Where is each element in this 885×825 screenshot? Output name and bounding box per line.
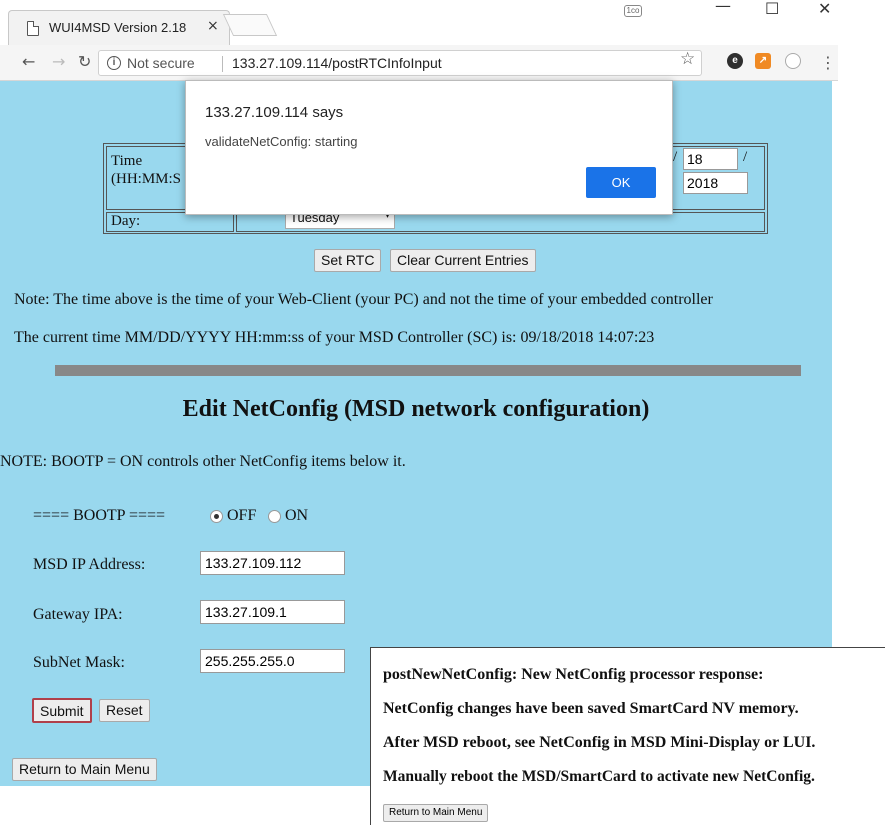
submit-button[interactable]: Submit: [32, 698, 92, 723]
response-line-4: Manually reboot the MSD/SmartCard to act…: [383, 768, 815, 785]
gateway-label: Gateway IPA:: [33, 606, 123, 623]
reset-button[interactable]: Reset: [99, 699, 150, 722]
bootp-note: NOTE: BOOTP = ON controls other NetConfi…: [0, 453, 406, 470]
date-slash-1: /: [673, 149, 678, 165]
new-tab-button[interactable]: [222, 14, 278, 36]
extension-icon[interactable]: e: [727, 53, 743, 69]
netconfig-title: Edit NetConfig (MSD network configuratio…: [182, 396, 650, 422]
response-line-3: After MSD reboot, see NetConfig in MSD M…: [383, 734, 816, 751]
address-bar: ← → ↻ i Not secure 133.27.109.114/postRT…: [0, 45, 838, 81]
time-format-label: (HH:MM:S: [111, 171, 182, 187]
page-icon: [27, 21, 39, 36]
url-bar[interactable]: i Not secure 133.27.109.114/postRTCInfoI…: [98, 50, 702, 76]
alert-dialog: 133.27.109.114 says validateNetConfig: s…: [185, 80, 673, 215]
bootp-off-label: OFF: [227, 507, 257, 524]
dialog-ok-button[interactable]: OK: [586, 167, 656, 198]
ip-address-label: MSD IP Address:: [33, 556, 146, 573]
clear-entries-button[interactable]: Clear Current Entries: [390, 249, 536, 272]
browser-tab[interactable]: WUI4MSD Version 2.18 ×: [8, 10, 230, 45]
tab-strip: WUI4MSD Version 2.18 × 1co — ☐ ✕: [0, 0, 838, 45]
response-line-2: NetConfig changes have been saved SmartC…: [383, 700, 799, 717]
not-secure-label: Not secure: [127, 55, 195, 71]
controller-time-note: The current time MM/DD/YYYY HH:mm:ss of …: [14, 329, 655, 346]
ip-address-input[interactable]: [200, 551, 345, 575]
circle-extension-icon[interactable]: [785, 53, 801, 69]
bootp-on-radio[interactable]: [268, 510, 281, 523]
set-rtc-button[interactable]: Set RTC: [314, 249, 382, 272]
dialog-title: 133.27.109.114 says: [205, 104, 344, 121]
info-icon[interactable]: i: [107, 56, 121, 70]
subnet-mask-label: SubNet Mask:: [33, 654, 125, 671]
response-return-button[interactable]: Return to Main Menu: [383, 804, 489, 822]
bootp-on-label: ON: [285, 507, 309, 524]
tab-close-icon[interactable]: ×: [207, 18, 219, 34]
maximize-icon[interactable]: ☐: [765, 0, 779, 18]
gateway-input[interactable]: [200, 600, 345, 624]
analytics-extension-icon[interactable]: ↗: [755, 53, 771, 69]
forward-icon[interactable]: →: [52, 52, 65, 71]
response-panel: postNewNetConfig: New NetConfig processo…: [370, 647, 885, 825]
bootp-label: ==== BOOTP ====: [33, 507, 166, 524]
section-divider: [55, 365, 801, 376]
bookmark-star-icon[interactable]: ☆: [680, 49, 695, 69]
time-label: Time: [111, 153, 143, 169]
day-label-cell: Day:: [106, 212, 234, 232]
menu-icon[interactable]: ⋮: [820, 53, 836, 72]
date-day-input[interactable]: [683, 148, 738, 170]
back-icon[interactable]: ←: [22, 52, 35, 71]
dialog-message: validateNetConfig: starting: [205, 134, 358, 149]
url-text[interactable]: 133.27.109.114/postRTCInfoInput: [232, 55, 442, 71]
minimize-icon[interactable]: —: [715, 0, 731, 15]
date-year-input[interactable]: [683, 172, 748, 194]
return-main-menu-button[interactable]: Return to Main Menu: [12, 758, 157, 781]
reload-icon[interactable]: ↻: [78, 52, 91, 71]
day-label: Day:: [111, 213, 141, 229]
date-slash-2: /: [743, 149, 748, 165]
user-badge-icon[interactable]: 1co: [624, 5, 642, 17]
omnibox-divider: [222, 56, 223, 72]
response-line-1: postNewNetConfig: New NetConfig processo…: [383, 666, 764, 683]
window-close-icon[interactable]: ✕: [818, 0, 831, 18]
pc-time-note: Note: The time above is the time of your…: [14, 291, 713, 308]
bootp-off-radio[interactable]: [210, 510, 223, 523]
tab-title: WUI4MSD Version 2.18: [49, 20, 187, 35]
subnet-mask-input[interactable]: [200, 649, 345, 673]
